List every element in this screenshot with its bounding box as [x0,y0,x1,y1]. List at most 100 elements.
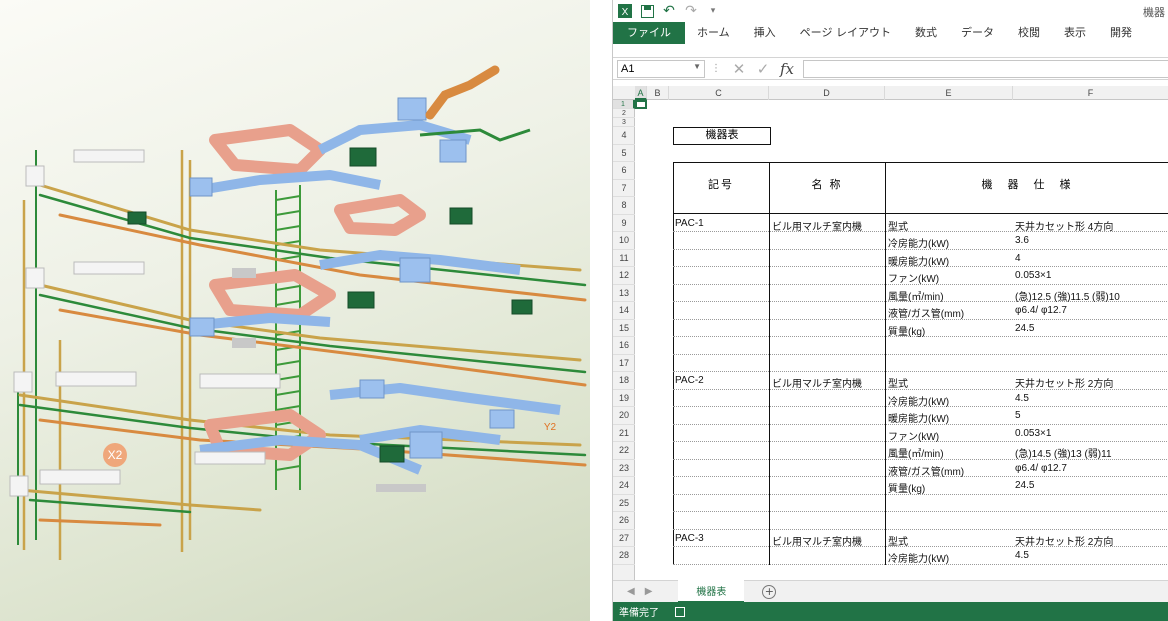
row-header-13[interactable]: 13 [613,285,635,302]
gridline [673,353,1168,355]
spec-item: 型式 [888,536,908,548]
spec-value: 4.5 [1015,550,1029,561]
row-header-25[interactable]: 25 [613,495,635,512]
tab-review[interactable]: 校閲 [1006,22,1052,44]
spec-value: 24.5 [1015,480,1035,491]
row-header-17[interactable]: 17 [613,355,635,372]
spec-item: ファン(kW) [888,274,940,285]
row-header-7[interactable]: 7 [613,180,635,197]
bim-3d-view[interactable]: X2 Y2 [0,0,590,621]
spec-value: 天井カセット形 2方向 [1015,536,1114,548]
save-icon[interactable] [637,1,657,21]
row-header-8[interactable]: 8 [613,197,635,215]
column-header-b[interactable]: B [647,86,669,100]
grid-marker-x2: X2 [103,443,127,467]
spec-value: 0.053×1 [1015,270,1052,281]
tab-view[interactable]: 表示 [1052,22,1098,44]
column-header-c[interactable]: C [669,86,769,100]
row-headers: 1 2 3 4 5 6 7 8 9 10 11 12 13 14 15 16 17 18 19 20 21 22 23 24 2… [613,100,635,580]
excel-logo-icon: X [615,1,635,21]
enter-icon[interactable]: ✓ [751,59,775,79]
tab-insert[interactable]: 挿入 [742,22,788,44]
spec-value: 0.053×1 [1015,427,1052,439]
spec-value: 4.5 [1015,392,1029,404]
grid-label-x2: X2 [108,448,123,462]
sheet-tab-bar: ◀ ▶ 機器表 + [613,580,1168,603]
row-header-21[interactable]: 21 [613,425,635,442]
row-header-12[interactable]: 12 [613,267,635,285]
row-header-3[interactable]: 3 [613,118,635,127]
tab-home[interactable]: ホーム [685,22,742,44]
row-header-10[interactable]: 10 [613,232,635,250]
tab-developer[interactable]: 開発 [1098,22,1144,44]
insert-function-icon[interactable]: fx [775,59,799,79]
add-sheet-icon[interactable]: + [762,584,777,599]
row-header-26[interactable]: 26 [613,512,635,530]
tab-file[interactable]: ファイル [613,22,685,44]
row-header-24[interactable]: 24 [613,477,635,495]
row-header-1[interactable]: 1 [613,100,635,109]
cancel-icon[interactable]: ✕ [727,59,751,79]
ribbon-body [613,44,1168,58]
customize-quick-access-icon[interactable]: ▾ [703,1,723,21]
row-header-23[interactable]: 23 [613,460,635,477]
column-header-e[interactable]: E [885,86,1013,100]
spec-value: 24.5 [1015,322,1035,334]
row-header-11[interactable]: 11 [613,250,635,267]
spec-item: 風量(㎥/min) [888,291,944,303]
spec-item: 暖房能力(kW) [888,256,950,268]
spec-item: ファン(kW) [888,431,940,443]
sheet-tab-equipment[interactable]: 機器表 [678,580,745,603]
column-header-a[interactable]: A [635,86,647,100]
formula-bar: A1 ▼ ⋮ ✕ ✓ fx [613,58,1168,80]
row-header-9[interactable]: 9 [613,215,635,232]
row-header-20[interactable]: 20 [613,407,635,425]
active-cell-a1[interactable] [635,100,647,109]
spec-value: 3.6 [1015,235,1029,246]
equipment-code: PAC-3 [675,532,704,544]
gridline [673,511,1168,512]
row-header-18[interactable]: 18 [613,372,635,390]
sheet-next-icon[interactable]: ▶ [645,586,653,597]
name-box[interactable]: A1 ▼ [617,59,705,78]
header-symbol: 記号 [708,179,734,191]
gridline [673,528,1168,530]
tab-formulas[interactable]: 数式 [903,22,949,44]
undo-icon[interactable]: ↶ [659,1,679,21]
status-text: 準備完了 [619,608,659,619]
chevron-down-icon[interactable]: ▼ [693,62,701,71]
column-header-d[interactable]: D [769,86,885,100]
name-box-value: A1 [621,62,635,75]
row-header-16[interactable]: 16 [613,337,635,355]
excel-window: X ↶ ↷ ▾ 機器 ファイル ホーム 挿入 ページ レイアウト 数式 データ … [612,0,1168,621]
row-header-2[interactable]: 2 [613,109,635,118]
row-header-27[interactable]: 27 [613,530,635,547]
row-header-6[interactable]: 6 [613,162,635,180]
row-header-4[interactable]: 4 [613,127,635,145]
tab-page-layout[interactable]: ページ レイアウト [788,22,903,44]
redo-icon[interactable]: ↷ [681,1,701,21]
row-header-5[interactable]: 5 [613,145,635,162]
row-header-19[interactable]: 19 [613,390,635,407]
sheet-prev-icon[interactable]: ◀ [627,586,635,597]
table-border [673,212,1168,214]
gridline [673,371,1168,372]
row-header-22[interactable]: 22 [613,442,635,460]
worksheet-grid[interactable]: ABCDEF 1 2 3 4 5 6 7 8 9 10 11 12 13 14 15 16 17 18 19 20 21… [613,86,1168,580]
row-header-28[interactable]: 28 [613,547,635,565]
row-header-14[interactable]: 14 [613,302,635,320]
window-title: 機器 [1143,6,1165,19]
cell-area[interactable]: 機器表 記号名 称機 器 仕 様 PAC-1 ビル用マルチ室内機 型式 天井カセット形 4… [635,100,1168,580]
tab-data[interactable]: データ [949,22,1006,44]
row-header-15[interactable]: 15 [613,320,635,337]
grid-marker-y2: Y2 [544,422,557,433]
spec-item: 型式 [888,221,908,233]
header-spec: 機 器 仕 様 [981,179,1073,191]
spec-item: 暖房能力(kW) [888,414,950,425]
column-header-f[interactable]: F [1013,86,1168,100]
macro-record-icon[interactable] [675,606,685,617]
title-bar: X ↶ ↷ ▾ 機器 [613,0,1168,22]
spec-value: (急)14.5 (強)13 (弱)11 [1015,449,1112,460]
formula-input[interactable] [803,59,1168,78]
column-headers: ABCDEF [613,86,1168,100]
